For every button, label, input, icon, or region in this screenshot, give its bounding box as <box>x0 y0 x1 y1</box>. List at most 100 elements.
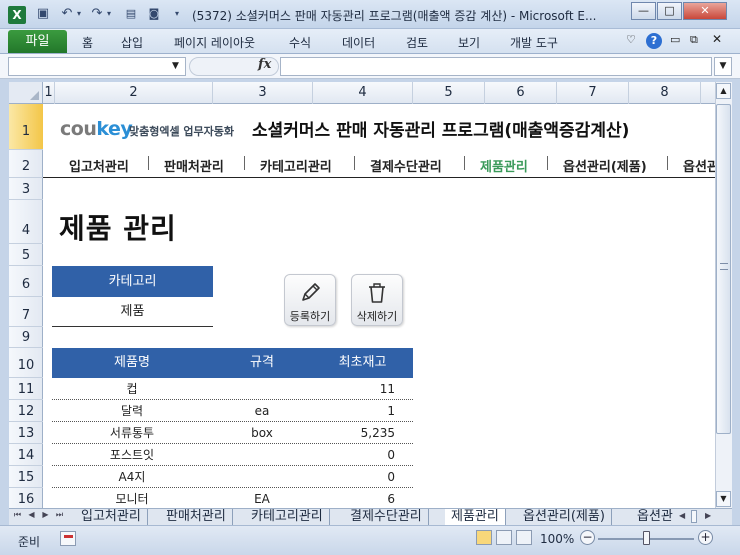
row-header[interactable]: 7 <box>9 297 43 327</box>
row-header[interactable]: 9 <box>9 327 43 348</box>
workbook-close-icon[interactable]: ✕ <box>712 32 722 46</box>
worksheet[interactable]: coukey 맞춤형엑셀 업무자동화 소셜커머스 판매 자동관리 프로그램(매출… <box>43 104 715 508</box>
initial-stock-cell[interactable]: 5,235 <box>312 422 413 443</box>
customize-toolbar-icon[interactable]: ▾ <box>168 5 186 23</box>
normal-view-icon[interactable] <box>476 530 492 545</box>
sheet-tab-option-truncated[interactable]: 옵션관 <box>631 509 679 525</box>
name-box[interactable] <box>8 57 186 76</box>
sheet-tab-sales-channel[interactable]: 판매처관리 <box>160 509 233 525</box>
spec-cell[interactable]: box <box>212 422 312 443</box>
tab-page-layout[interactable]: 페이지 레이아웃 <box>174 34 255 51</box>
table-row[interactable]: 달력 ea 1 <box>52 400 413 422</box>
row-header[interactable]: 11 <box>9 378 43 400</box>
column-header[interactable]: 3 <box>213 82 313 104</box>
zoom-out-icon[interactable]: − <box>580 530 595 545</box>
page-break-view-icon[interactable] <box>516 530 532 545</box>
row-header[interactable]: 4 <box>9 200 43 244</box>
row-header[interactable]: 10 <box>9 348 43 378</box>
tab-scroll-left-icon[interactable]: ◀ <box>679 511 685 520</box>
tab-home[interactable]: 홈 <box>82 34 93 51</box>
first-sheet-icon[interactable]: ⏮ <box>12 510 23 520</box>
select-all-corner[interactable] <box>9 82 43 104</box>
nav-link-payment[interactable]: 결제수단관리 <box>370 156 442 175</box>
scroll-down-icon[interactable]: ▼ <box>716 491 731 507</box>
sheet-tab-inbound[interactable]: 입고처관리 <box>75 509 148 525</box>
nav-link-option-truncated[interactable]: 옵션관 <box>683 156 715 175</box>
tab-insert[interactable]: 삽입 <box>121 34 143 51</box>
spec-cell[interactable] <box>212 466 312 487</box>
row-header[interactable]: 3 <box>9 178 43 200</box>
macro-record-icon[interactable] <box>60 531 76 546</box>
redo-dropdown-icon[interactable]: ▾ <box>100 5 118 23</box>
help-icon[interactable]: ? <box>646 33 662 49</box>
sheet-tab-product[interactable]: 제품관리 <box>445 509 506 525</box>
excel-app-icon[interactable]: X <box>8 6 26 24</box>
column-header[interactable]: 6 <box>485 82 557 104</box>
nav-link-option-product[interactable]: 옵션관리(제품) <box>563 156 647 175</box>
tab-developer[interactable]: 개발 도구 <box>510 34 558 51</box>
initial-stock-cell[interactable]: 1 <box>312 400 413 421</box>
last-sheet-icon[interactable]: ⏭ <box>54 510 65 520</box>
tab-review[interactable]: 검토 <box>406 34 428 51</box>
delete-button[interactable]: 삭제하기 <box>351 274 403 326</box>
sheet-tab-payment[interactable]: 결제수단관리 <box>344 509 429 525</box>
nav-link-category[interactable]: 카테고리관리 <box>260 156 332 175</box>
formula-input[interactable] <box>280 57 712 76</box>
vertical-scroll-thumb[interactable] <box>716 104 731 434</box>
product-name-cell[interactable]: 달력 <box>52 400 212 421</box>
tab-formulas[interactable]: 수식 <box>289 34 311 51</box>
insert-function-icon[interactable]: fx <box>258 57 271 72</box>
initial-stock-cell[interactable]: 0 <box>312 466 413 487</box>
register-button[interactable]: 등록하기 <box>284 274 336 326</box>
product-name-cell[interactable]: A4지 <box>52 466 212 487</box>
tab-scroll-right-icon[interactable]: ▶ <box>705 511 711 520</box>
nav-link-inbound[interactable]: 입고처관리 <box>69 156 129 175</box>
workbook-restore-icon[interactable]: ⧉ <box>690 33 698 47</box>
column-header[interactable]: 5 <box>413 82 485 104</box>
product-name-cell[interactable]: 서류통투 <box>52 422 212 443</box>
initial-stock-cell[interactable]: 0 <box>312 444 413 465</box>
zoom-level[interactable]: 100% <box>540 532 574 546</box>
row-header[interactable]: 2 <box>9 150 43 178</box>
column-header[interactable]: 4 <box>313 82 413 104</box>
minimize-button[interactable]: — <box>631 2 656 20</box>
row-header[interactable]: 6 <box>9 266 43 297</box>
ribbon-collapse-icon[interactable]: ♡ <box>626 33 636 46</box>
product-name-cell[interactable]: 컵 <box>52 378 212 399</box>
column-header[interactable]: 2 <box>55 82 213 104</box>
row-header[interactable]: 13 <box>9 422 43 444</box>
column-header[interactable]: 8 <box>629 82 701 104</box>
spec-cell[interactable]: ea <box>212 400 312 421</box>
column-header[interactable]: 7 <box>557 82 629 104</box>
sheet-tab-category[interactable]: 카테고리관리 <box>245 509 330 525</box>
next-sheet-icon[interactable]: ▶ <box>40 510 51 519</box>
table-row[interactable]: 포스트잇 0 <box>52 444 413 466</box>
close-button[interactable]: ✕ <box>683 2 727 20</box>
maximize-button[interactable]: □ <box>657 2 682 20</box>
table-row[interactable]: 컵 11 <box>52 378 413 400</box>
name-box-dropdown-icon[interactable]: ▼ <box>172 57 179 76</box>
initial-stock-cell[interactable]: 11 <box>312 378 413 399</box>
page-layout-view-icon[interactable] <box>496 530 512 545</box>
spec-cell[interactable] <box>212 378 312 399</box>
initial-stock-cell[interactable]: 6 <box>312 488 413 508</box>
camera-icon[interactable]: ◙ <box>145 5 163 23</box>
zoom-in-icon[interactable]: + <box>698 530 713 545</box>
tab-data[interactable]: 데이터 <box>342 34 375 51</box>
row-header[interactable]: 16 <box>9 488 43 508</box>
row-header[interactable]: 12 <box>9 400 43 422</box>
product-name-cell[interactable]: 포스트잇 <box>52 444 212 465</box>
undo-dropdown-icon[interactable]: ▾ <box>70 5 88 23</box>
table-row[interactable]: 모니터 EA 6 <box>52 488 413 508</box>
category-value-cell[interactable]: 제품 <box>52 297 213 327</box>
row-header[interactable]: 5 <box>9 244 43 266</box>
form-icon[interactable]: ▤ <box>122 5 140 23</box>
column-header[interactable]: 1 <box>43 82 55 104</box>
nav-link-sales-channel[interactable]: 판매처관리 <box>164 156 224 175</box>
prev-sheet-icon[interactable]: ◀ <box>26 510 37 519</box>
tab-split-handle[interactable] <box>691 510 697 523</box>
tab-view[interactable]: 보기 <box>458 34 480 51</box>
tab-file[interactable]: 파일 <box>8 30 67 53</box>
row-header[interactable]: 14 <box>9 444 43 466</box>
save-icon[interactable]: ▣ <box>34 5 52 23</box>
